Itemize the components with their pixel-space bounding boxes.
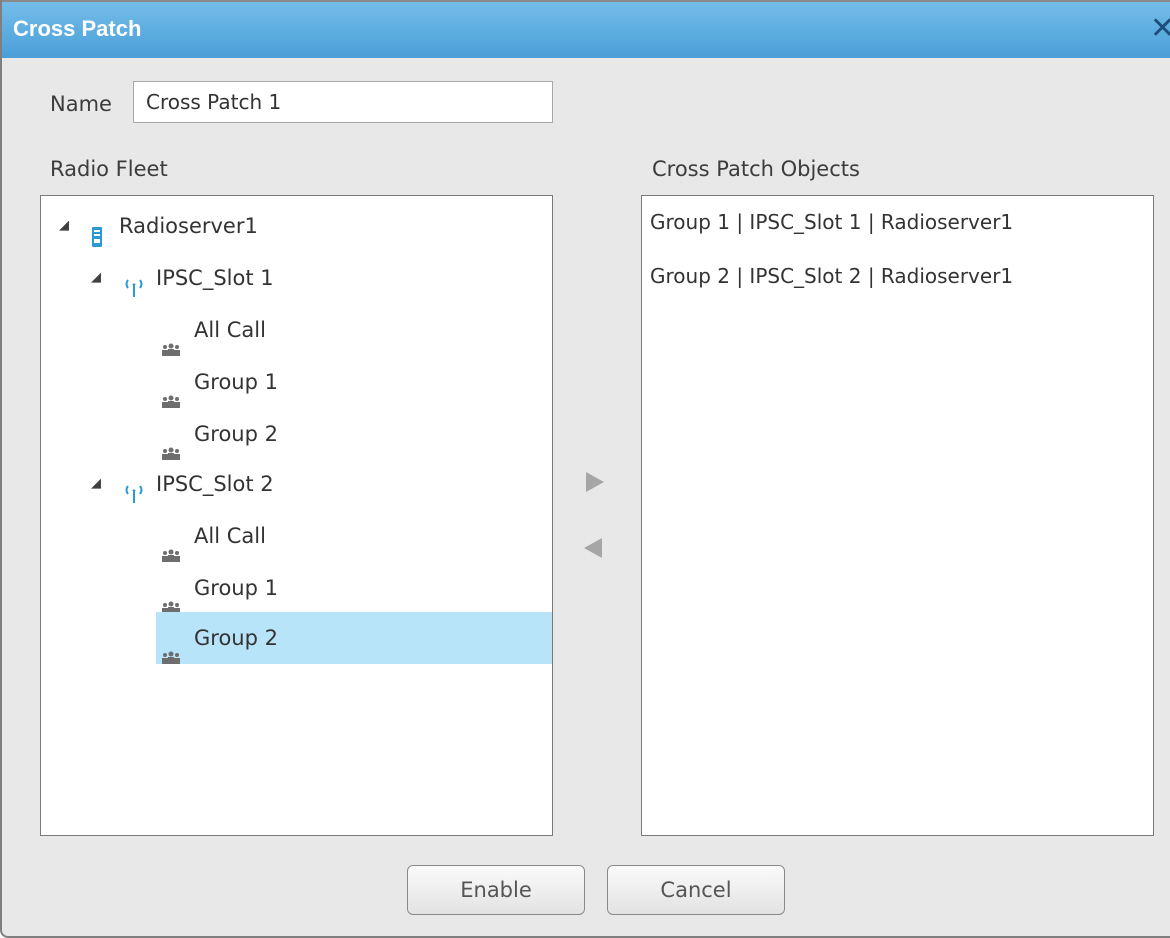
move-right-button[interactable]	[584, 470, 606, 498]
antenna-icon	[123, 266, 145, 297]
tree-item-slot1-all-call[interactable]: All Call	[41, 304, 552, 356]
list-item[interactable]: Group 1 | IPSC_Slot 1 | Radioserver1	[650, 210, 1013, 234]
tree-item-label: Group 1	[194, 576, 278, 600]
tree-item-slot2-group-2[interactable]: Group 2	[156, 612, 552, 664]
radio-fleet-tree[interactable]: ◢ Radioserver1 ◢ IPSC_Slot 1 All Call Gr	[40, 195, 553, 836]
tree-item-label: Radioserver1	[119, 214, 258, 238]
tree-item-slot1-group-1[interactable]: Group 1	[41, 356, 552, 408]
expand-triangle-icon[interactable]: ◢	[91, 458, 101, 510]
cross-patch-objects-list[interactable]: Group 1 | IPSC_Slot 1 | Radioserver1 Gro…	[641, 195, 1154, 836]
move-left-button[interactable]	[582, 536, 604, 564]
name-input[interactable]	[133, 81, 553, 123]
tree-item-label: All Call	[194, 524, 266, 548]
cancel-button[interactable]: Cancel	[607, 865, 785, 915]
tree-item-label: IPSC_Slot 1	[156, 266, 274, 290]
close-icon[interactable]: ✕	[1150, 12, 1170, 46]
title-bar: Cross Patch ✕	[2, 0, 1170, 58]
list-item[interactable]: Group 2 | IPSC_Slot 2 | Radioserver1	[650, 264, 1013, 288]
radio-fleet-label: Radio Fleet	[50, 157, 168, 181]
expand-triangle-icon[interactable]: ◢	[59, 200, 69, 252]
tree-item-ipsc-slot-1[interactable]: ◢ IPSC_Slot 1	[41, 252, 552, 304]
cross-patch-dialog: Cross Patch ✕ Name Radio Fleet Cross Pat…	[0, 0, 1170, 938]
enable-button[interactable]: Enable	[407, 865, 585, 915]
tree-item-radioserver1[interactable]: ◢ Radioserver1	[41, 200, 552, 252]
tree-item-slot1-group-2[interactable]: Group 2	[41, 408, 552, 460]
move-left-icon	[584, 538, 602, 558]
name-label: Name	[50, 92, 112, 116]
tree-item-label: All Call	[194, 318, 266, 342]
tree-item-ipsc-slot-2[interactable]: ◢ IPSC_Slot 2	[41, 458, 552, 510]
tree-item-slot2-group-1[interactable]: Group 1	[41, 562, 552, 614]
tree-item-label: IPSC_Slot 2	[156, 472, 274, 496]
antenna-icon	[123, 472, 145, 503]
expand-triangle-icon[interactable]: ◢	[91, 252, 101, 304]
tree-item-label: Group 2	[194, 626, 278, 650]
tree-item-slot2-all-call[interactable]: All Call	[41, 510, 552, 562]
cross-patch-objects-label: Cross Patch Objects	[652, 157, 860, 181]
server-icon	[91, 215, 103, 247]
move-right-icon	[586, 472, 604, 492]
tree-item-label: Group 2	[194, 422, 278, 446]
window-title: Cross Patch	[13, 16, 142, 41]
tree-item-label: Group 1	[194, 370, 278, 394]
group-icon	[161, 632, 181, 684]
